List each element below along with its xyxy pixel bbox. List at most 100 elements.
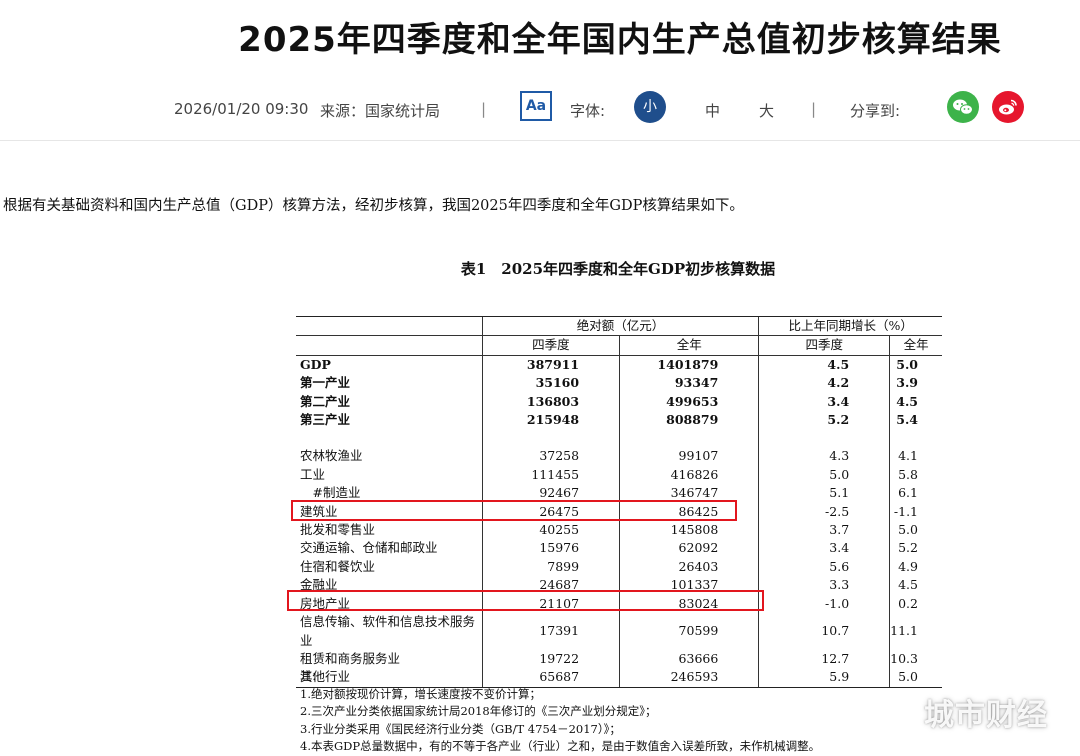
share-wechat-button[interactable]	[947, 91, 979, 123]
publish-datetime: 2026/01/20 09:30	[174, 100, 309, 118]
table-row: 批发和零售业 40255 145808 3.7 5.0	[296, 521, 942, 540]
industry-name-cell: 第三产业	[300, 412, 351, 428]
header-growth-year: 全年	[889, 335, 942, 356]
share-weibo-button[interactable]	[992, 91, 1024, 123]
q4-growth-cell: 4.3	[758, 447, 890, 466]
header-growth-q4: 四季度	[758, 335, 890, 356]
q4-growth-cell: -1.0	[758, 594, 890, 614]
table-row: 信息传输、软件和信息技术服务业 17391 70599 10.7 11.1	[296, 613, 942, 650]
year-growth-cell: 10.3	[889, 649, 942, 669]
year-growth-cell: 0.2	[889, 594, 942, 614]
year-growth-cell: 4.5	[889, 392, 942, 412]
q4-value-cell: 35160	[481, 374, 620, 393]
q4-growth-cell: 12.7	[758, 649, 890, 669]
q4-growth-cell: -2.5	[758, 502, 890, 522]
watermark-text: 城市财经	[924, 698, 1048, 733]
q4-value-cell: 37258	[481, 447, 620, 466]
q4-growth-cell: 5.6	[758, 557, 890, 577]
year-value-cell: 1401879	[619, 354, 759, 375]
table-row: 第二产业 136803 499653 3.4 4.5	[296, 392, 942, 412]
font-size-large-button[interactable]: 大	[759, 100, 774, 121]
table-row: 第三产业 215948 808879 5.2 5.4	[296, 411, 942, 430]
header-q4: 四季度	[481, 335, 620, 356]
note-line: 4.本表GDP总量数据中，有的不等于各产业（行业）之和，是由于数值舍入误差所致，…	[300, 739, 821, 753]
industry-name-cell: 交通运输、仓储和邮政业	[300, 540, 438, 556]
font-size-small-button[interactable]: 小	[634, 91, 666, 123]
note-line: 3.行业分类采用《国民经济行业分类（GB/T 4754－2017）》；	[300, 721, 621, 736]
header-blank	[296, 335, 483, 356]
industry-name-cell: GDP	[296, 354, 483, 375]
q4-growth-cell: 3.3	[758, 576, 890, 595]
year-value-cell: 63666	[619, 649, 759, 669]
table-row: 租赁和商务服务业 19722 63666 12.7 10.3	[296, 649, 942, 669]
year-growth-cell: 6.1	[889, 484, 942, 503]
article-title: 2025年四季度和全年国内生产总值初步核算结果	[238, 20, 1002, 60]
year-value-cell	[619, 429, 759, 448]
table-notes: 注： 1.绝对额按现价计算，增长速度按不变价计算； 2.三次产业分类依据国家统计…	[300, 668, 820, 756]
year-value-cell: 145808	[619, 521, 759, 540]
year-value-cell: 499653	[619, 392, 759, 412]
share-label: 分享到:	[850, 102, 901, 120]
q4-value-cell: 111455	[481, 465, 620, 485]
header-year: 全年	[619, 335, 759, 356]
industry-name-cell	[296, 429, 482, 447]
year-growth-cell: 5.0	[889, 668, 942, 688]
header-blank	[296, 315, 483, 336]
font-settings-button[interactable]: Aa	[520, 91, 552, 121]
article-meta-bar: 2026/01/20 09:30 来源：国家统计局 | Aa 字体: 小 中 大…	[0, 87, 1080, 133]
meta-separator: |	[481, 100, 487, 118]
year-value-cell: 416826	[619, 465, 759, 485]
q4-growth-cell: 3.7	[758, 521, 890, 540]
year-growth-cell: 5.4	[889, 411, 942, 430]
year-value-cell: 99107	[619, 447, 759, 466]
note-line: 2.三次产业分类依据国家统计局2018年修订的《三次产业划分规定》；	[300, 704, 657, 718]
q4-value-cell: 17391	[481, 613, 620, 650]
header-absolute: 绝对额（亿元）	[481, 315, 759, 336]
year-growth-cell: 5.8	[889, 465, 942, 485]
q4-growth-cell: 5.0	[758, 465, 890, 485]
font-size-medium-button[interactable]: 中	[705, 100, 720, 121]
q4-value-cell: 7899	[481, 557, 620, 577]
year-value-cell: 62092	[619, 539, 759, 558]
year-growth-cell: 3.9	[889, 374, 942, 393]
table-sub-header: 四季度 全年 四季度 全年	[296, 335, 942, 356]
industry-name-cell: 第二产业	[300, 393, 351, 409]
year-value-cell: 26403	[619, 557, 759, 577]
q4-growth-cell	[758, 429, 890, 448]
year-value-cell: 808879	[619, 411, 759, 430]
industry-name-cell: 住宿和餐饮业	[300, 558, 376, 574]
q4-growth-cell: 5.1	[758, 484, 890, 503]
industry-name-cell: 工业	[300, 466, 326, 482]
q4-value-cell: 387911	[481, 354, 620, 375]
year-growth-cell: 4.9	[889, 557, 942, 577]
year-growth-cell: 5.0	[889, 354, 942, 375]
meta-separator: |	[811, 100, 817, 118]
header-divider	[0, 140, 1080, 141]
note-line: 注：	[300, 669, 323, 683]
table-title: 表1 2025年四季度和全年GDP初步核算数据	[460, 260, 776, 278]
table-row: 工业 111455 416826 5.0 5.8	[296, 465, 942, 485]
article-source: 来源：国家统计局	[320, 102, 441, 120]
q4-growth-cell: 4.5	[758, 354, 890, 375]
q4-growth-cell: 4.2	[758, 374, 890, 393]
industry-name-cell: 信息传输、软件和信息技术服务业	[300, 614, 476, 648]
year-growth-cell: 5.0	[889, 521, 942, 540]
industry-name-cell: 第一产业	[300, 375, 351, 391]
table-row: GDP 387911 1401879 4.5 5.0	[296, 354, 942, 375]
font-size-label: 字体:	[570, 102, 606, 120]
q4-value-cell: 19722	[481, 649, 620, 669]
highlight-real-estate	[287, 590, 764, 611]
q4-growth-cell: 3.4	[758, 392, 890, 412]
q4-value-cell	[481, 429, 620, 448]
year-growth-cell: 5.2	[889, 539, 942, 558]
table-spacer-row	[296, 429, 942, 448]
industry-name-cell: 农林牧渔业	[300, 448, 363, 464]
q4-growth-cell: 3.4	[758, 539, 890, 558]
industry-name-cell: 租赁和商务服务业	[300, 650, 401, 666]
weibo-icon	[999, 99, 1017, 115]
table-row: 第一产业 35160 93347 4.2 3.9	[296, 374, 942, 393]
article-intro: 根据有关基础资料和国内生产总值（GDP）核算方法，经初步核算，我国2025年四季…	[3, 198, 744, 214]
q4-growth-cell: 10.7	[758, 613, 890, 650]
table-row: 住宿和餐饮业 7899 26403 5.6 4.9	[296, 557, 942, 577]
industry-name-cell: 批发和零售业	[300, 522, 376, 538]
